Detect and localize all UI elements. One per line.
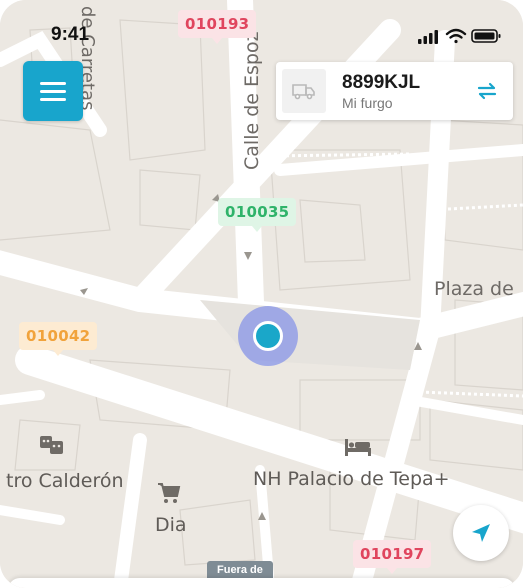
van-icon <box>292 84 315 100</box>
hotel-icon <box>345 439 371 456</box>
phone-screen: de Carretas Calle de Espoz Plaza de tro … <box>0 0 523 588</box>
status-bar-icons <box>418 28 501 44</box>
vehicle-plate: 8899KJL <box>342 72 421 93</box>
cellular-signal-icon <box>418 30 438 44</box>
battery-icon <box>471 29 501 43</box>
recenter-location-button[interactable] <box>453 505 509 561</box>
poi-label-teatro: tro Calderón <box>6 470 124 492</box>
vehicle-icon-box <box>282 69 326 113</box>
zone-status-badge: Fuera de <box>207 561 273 578</box>
status-bar-time: 9:41 <box>51 24 90 45</box>
poi-label-hotel: NH Palacio de Tepa+ <box>253 468 450 490</box>
poi-label-dia: Dia <box>155 514 187 536</box>
theater-icon <box>40 436 63 454</box>
swap-arrows-icon <box>477 82 497 100</box>
current-location-dot <box>253 321 283 351</box>
swap-vehicle-button[interactable] <box>473 78 501 104</box>
menu-button[interactable] <box>23 61 83 121</box>
parking-tag[interactable]: 010197 <box>353 540 432 574</box>
navigation-arrow-icon <box>472 524 490 542</box>
parking-tag[interactable]: 010042 <box>19 322 98 356</box>
street-label-plaza: Plaza de <box>434 278 514 300</box>
shopping-cart-icon <box>158 483 181 503</box>
vehicle-selector-card[interactable]: 8899KJL Mi furgo <box>276 62 513 120</box>
vehicle-name: Mi furgo <box>342 95 393 111</box>
wifi-icon <box>445 28 467 44</box>
street-label-calle-espoz: Calle de Espoz <box>241 31 263 170</box>
parking-tag[interactable]: 010035 <box>218 198 297 232</box>
hamburger-menu-icon <box>40 82 66 101</box>
bottom-sheet[interactable] <box>8 578 515 588</box>
parking-tag[interactable]: 010193 <box>178 10 257 44</box>
